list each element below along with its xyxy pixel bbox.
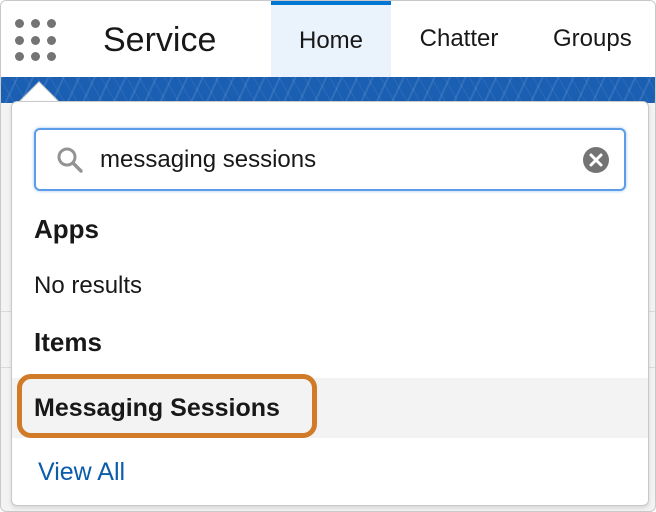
apps-section-heading: Apps [34,214,99,244]
header-banner [1,77,655,103]
app-window: Service Home Chatter Groups messaging se… [0,0,656,512]
annotation-highlight [17,374,317,438]
tab-groups-label: Groups [553,25,632,52]
tab-home-label: Home [298,27,364,54]
search-input-value: messaging sessions [100,146,317,173]
app-launcher-dropdown: messaging sessions Apps No results Items… [11,101,649,506]
app-launcher-waffle-icon[interactable] [15,19,59,63]
global-header: Service Home Chatter Groups [1,1,655,79]
tab-chatter-label: Chatter [419,25,499,52]
tab-chatter[interactable]: Chatter [393,1,525,77]
search-icon [57,147,83,173]
clear-search-icon[interactable] [582,146,610,174]
apps-no-results: No results [34,272,143,299]
tab-groups[interactable]: Groups [531,1,655,77]
items-section-heading: Items [34,327,102,357]
tab-home[interactable]: Home [271,1,391,77]
app-name: Service [103,21,217,59]
view-all-link[interactable]: View All [38,458,125,487]
launcher-search-input[interactable]: messaging sessions [34,128,626,191]
